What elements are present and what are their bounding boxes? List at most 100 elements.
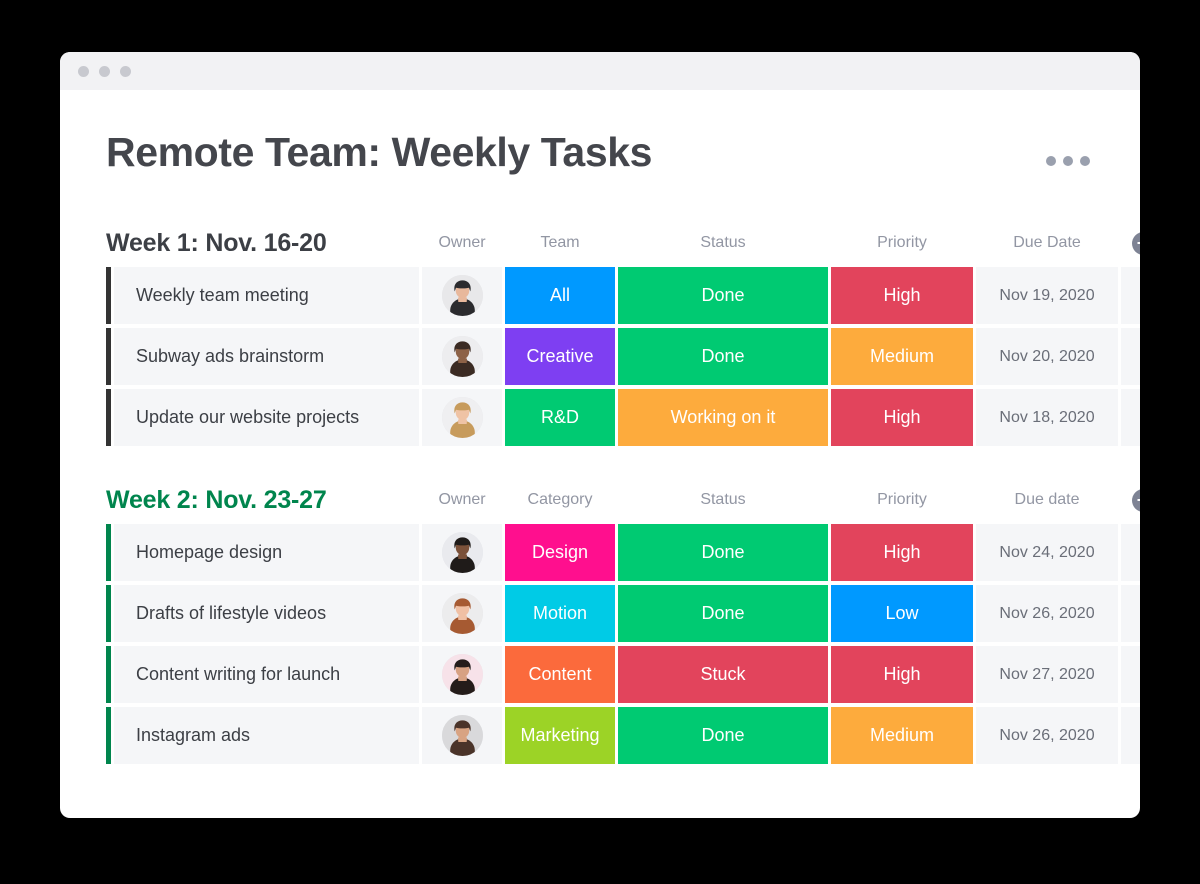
tag-chip[interactable]: Creative (505, 328, 615, 385)
task-name-cell[interactable]: Content writing for launch (114, 646, 419, 703)
tag-chip[interactable]: Motion (505, 585, 615, 642)
page-content: Remote Team: Weekly Tasks Week 1: Nov. 1… (60, 90, 1140, 818)
row-accent-bar (106, 328, 111, 385)
table-row[interactable]: Content writing for launch Content Stuck Hi… (106, 646, 1140, 703)
column-header-priority[interactable]: Priority (831, 235, 973, 251)
priority-chip[interactable]: High (831, 267, 973, 324)
empty-trailing-cell[interactable] (1121, 328, 1140, 385)
owner-cell[interactable] (422, 585, 502, 642)
priority-chip[interactable]: Medium (831, 328, 973, 385)
due-date-cell[interactable]: Nov 27, 2020 (976, 646, 1118, 703)
status-chip[interactable]: Stuck (618, 646, 828, 703)
kebab-menu-icon[interactable] (1042, 152, 1094, 170)
empty-trailing-cell[interactable] (1121, 389, 1140, 446)
owner-cell[interactable] (422, 524, 502, 581)
task-name-cell[interactable]: Subway ads brainstorm (114, 328, 419, 385)
empty-trailing-cell[interactable] (1121, 707, 1140, 764)
due-date-cell[interactable]: Nov 24, 2020 (976, 524, 1118, 581)
column-header-status[interactable]: Status (618, 492, 828, 508)
task-name-cell[interactable]: Homepage design (114, 524, 419, 581)
due-date-cell[interactable]: Nov 18, 2020 (976, 389, 1118, 446)
table-row[interactable]: Instagram ads Marketing Done Medium Nov 26, … (106, 707, 1140, 764)
priority-chip[interactable]: High (831, 524, 973, 581)
add-column-cell (1121, 231, 1140, 255)
owner-cell[interactable] (422, 389, 502, 446)
avatar (441, 532, 483, 573)
app-window: Remote Team: Weekly Tasks Week 1: Nov. 1… (60, 52, 1140, 818)
avatar (441, 715, 483, 756)
kebab-dot-2 (1063, 156, 1073, 166)
column-header-due-date[interactable]: Due Date (976, 235, 1118, 251)
avatar (441, 654, 483, 695)
empty-trailing-cell[interactable] (1121, 646, 1140, 703)
row-accent-bar (106, 524, 111, 581)
row-accent-bar (106, 389, 111, 446)
tag-chip[interactable]: All (505, 267, 615, 324)
board-group-title: Week 1: Nov. 16-20 (106, 228, 327, 257)
empty-trailing-cell[interactable] (1121, 524, 1140, 581)
priority-chip[interactable]: High (831, 389, 973, 446)
due-date-cell[interactable]: Nov 19, 2020 (976, 267, 1118, 324)
tag-chip[interactable]: Design (505, 524, 615, 581)
board-group-title: Week 2: Nov. 23-27 (106, 485, 327, 514)
status-chip[interactable]: Done (618, 328, 828, 385)
task-name-cell[interactable]: Instagram ads (114, 707, 419, 764)
column-header-team[interactable]: Team (505, 235, 615, 251)
table-row[interactable]: Subway ads brainstorm Creative Done Medium N… (106, 328, 1140, 385)
tag-chip[interactable]: Content (505, 646, 615, 703)
board-header-row: Week 2: Nov. 23-27 Owner Category Status Pri… (106, 484, 1140, 516)
priority-chip[interactable]: Medium (831, 707, 973, 764)
avatar (441, 397, 483, 438)
window-dot-maximize[interactable] (120, 65, 131, 77)
column-header-owner[interactable]: Owner (422, 492, 502, 508)
browser-titlebar (60, 52, 1140, 90)
due-date-cell[interactable]: Nov 26, 2020 (976, 707, 1118, 764)
column-header-priority[interactable]: Priority (831, 492, 973, 508)
priority-chip[interactable]: Low (831, 585, 973, 642)
column-header-status[interactable]: Status (618, 235, 828, 251)
boards-container: Week 1: Nov. 16-20 Owner Team Status Priorit… (106, 227, 1140, 764)
status-chip[interactable]: Working on it (618, 389, 828, 446)
board-week-1: Week 1: Nov. 16-20 Owner Team Status Priorit… (106, 227, 1140, 446)
window-dot-minimize[interactable] (99, 65, 110, 77)
row-accent-bar (106, 646, 111, 703)
task-name-cell[interactable]: Weekly team meeting (114, 267, 419, 324)
table-row[interactable]: Weekly team meeting All Done High Nov 19, 20… (106, 267, 1140, 324)
add-column-button[interactable] (1131, 231, 1140, 255)
row-accent-bar (106, 267, 111, 324)
task-name-cell[interactable]: Update our website projects (114, 389, 419, 446)
table-row[interactable]: Drafts of lifestyle videos Motion Done Low N… (106, 585, 1140, 642)
column-header-category[interactable]: Category (505, 492, 615, 508)
add-column-button[interactable] (1131, 488, 1140, 512)
owner-cell[interactable] (422, 267, 502, 324)
empty-trailing-cell[interactable] (1121, 585, 1140, 642)
task-name-cell[interactable]: Drafts of lifestyle videos (114, 585, 419, 642)
kebab-dot-3 (1080, 156, 1090, 166)
owner-cell[interactable] (422, 328, 502, 385)
status-chip[interactable]: Done (618, 267, 828, 324)
tag-chip[interactable]: R&D (505, 389, 615, 446)
column-header-owner[interactable]: Owner (422, 235, 502, 251)
page-header: Remote Team: Weekly Tasks (106, 132, 1094, 173)
column-header-due-date[interactable]: Due date (976, 492, 1118, 508)
due-date-cell[interactable]: Nov 20, 2020 (976, 328, 1118, 385)
due-date-cell[interactable]: Nov 26, 2020 (976, 585, 1118, 642)
tag-chip[interactable]: Marketing (505, 707, 615, 764)
owner-cell[interactable] (422, 707, 502, 764)
status-chip[interactable]: Done (618, 707, 828, 764)
avatar (441, 593, 483, 634)
empty-trailing-cell[interactable] (1121, 267, 1140, 324)
status-chip[interactable]: Done (618, 585, 828, 642)
window-dot-close[interactable] (78, 65, 89, 77)
owner-cell[interactable] (422, 646, 502, 703)
table-row[interactable]: Homepage design Design Done High Nov 24, 202… (106, 524, 1140, 581)
kebab-dot-1 (1046, 156, 1056, 166)
row-accent-bar (106, 585, 111, 642)
add-column-cell (1121, 488, 1140, 512)
avatar (441, 275, 483, 316)
priority-chip[interactable]: High (831, 646, 973, 703)
page-title: Remote Team: Weekly Tasks (106, 129, 653, 175)
status-chip[interactable]: Done (618, 524, 828, 581)
board-week-2: Week 2: Nov. 23-27 Owner Category Status Pri… (106, 484, 1140, 764)
table-row[interactable]: Update our website projects R&D Working on… (106, 389, 1140, 446)
